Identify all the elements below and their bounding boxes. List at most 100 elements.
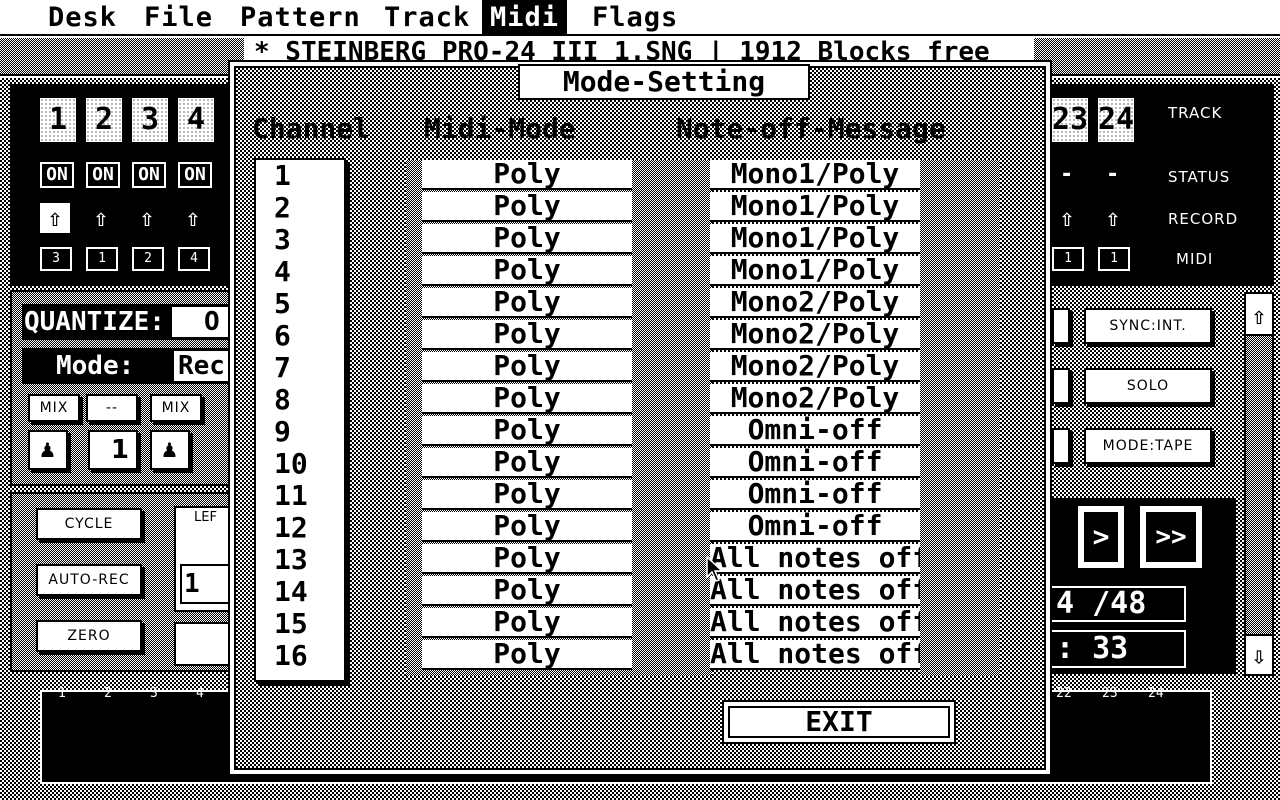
exit-button-frame[interactable]: EXIT	[722, 700, 956, 744]
track-4-status[interactable]: ON	[178, 162, 212, 188]
play-button-frame[interactable]: >	[1076, 504, 1126, 570]
midi-mode-cell[interactable]: Poly	[422, 192, 632, 222]
channel-list: 1 2 3 4 5 6 7 8 9 10 11 12 13 14 15 16	[254, 158, 346, 682]
track-3-midi[interactable]: 2	[132, 247, 164, 271]
play-button[interactable]: >	[1084, 512, 1118, 562]
midi-mode-cell[interactable]: Poly	[422, 416, 632, 446]
midi-mode-cell[interactable]: Poly	[422, 352, 632, 382]
mix-button-1[interactable]: MIX	[28, 394, 80, 422]
note-off-cell[interactable]: Mono2/Poly	[710, 320, 920, 350]
track-1-status[interactable]: ON	[40, 162, 74, 188]
note-off-cell[interactable]: Omni-off	[710, 512, 920, 542]
meter-label-1: 1	[58, 686, 66, 701]
right-edge-box-2[interactable]	[1052, 368, 1070, 404]
note-off-cell[interactable]: All notes off	[710, 576, 920, 606]
midi-row-label: MIDI	[1176, 250, 1214, 268]
track-3-button[interactable]: 3	[130, 96, 170, 144]
midi-mode-cell[interactable]: Poly	[422, 320, 632, 350]
track-1-record-icon[interactable]: ⇧	[40, 203, 70, 233]
dash-button[interactable]: --	[86, 394, 138, 422]
track-24-record-icon[interactable]: ⇧	[1098, 203, 1128, 233]
note-off-cell[interactable]: All notes off	[710, 640, 920, 670]
midi-mode-cell[interactable]: Poly	[422, 448, 632, 478]
track-24-status[interactable]: -	[1106, 162, 1119, 187]
mode-tape-button[interactable]: MODE:TAPE	[1084, 428, 1212, 464]
midi-mode-cell[interactable]: Poly	[422, 640, 632, 670]
quantize-value[interactable]: O	[172, 307, 230, 337]
track-4-button[interactable]: 4	[176, 96, 216, 144]
scroll-down-icon[interactable]: ⇩	[1246, 634, 1272, 674]
menu-track[interactable]: Track	[376, 0, 478, 36]
menu-pattern[interactable]: Pattern	[232, 0, 369, 36]
midi-mode-cell[interactable]: Poly	[422, 160, 632, 190]
midi-mode-cell[interactable]: Poly	[422, 384, 632, 414]
track-2-status[interactable]: ON	[86, 162, 120, 188]
note-off-cell[interactable]: Mono2/Poly	[710, 352, 920, 382]
right-edge-box-1[interactable]	[1052, 308, 1070, 344]
note-off-cell[interactable]: Mono1/Poly	[710, 256, 920, 286]
track-24-midi[interactable]: 1	[1098, 247, 1130, 271]
meter-label-3: 3	[150, 686, 158, 701]
midi-mode-cell[interactable]: Poly	[422, 512, 632, 542]
note-off-cell[interactable]: Mono2/Poly	[710, 384, 920, 414]
bell-icon[interactable]: ♟	[28, 430, 68, 470]
zero-button[interactable]: ZERO	[36, 620, 142, 652]
track-23-midi[interactable]: 1	[1052, 247, 1084, 271]
track-4-midi[interactable]: 4	[178, 247, 210, 271]
note-off-cell[interactable]: Mono1/Poly	[710, 192, 920, 222]
track-1-midi[interactable]: 3	[40, 247, 72, 271]
channel-value[interactable]: 1	[88, 430, 138, 470]
solo-button[interactable]: SOLO	[1084, 368, 1212, 404]
menu-desk[interactable]: Desk	[40, 0, 125, 36]
note-off-cell[interactable]: Mono1/Poly	[710, 224, 920, 254]
channel-number: 8	[274, 383, 291, 416]
fast-forward-button-frame[interactable]: >>	[1138, 504, 1204, 570]
scroll-up-icon[interactable]: ⇧	[1246, 296, 1272, 336]
menu-midi[interactable]: Midi	[482, 0, 568, 36]
note-off-cell[interactable]: Omni-off	[710, 416, 920, 446]
menu-flags[interactable]: Flags	[584, 0, 686, 36]
channel-number: 6	[274, 319, 291, 352]
left-locator-value[interactable]: 1	[180, 564, 230, 604]
track-1-button[interactable]: 1	[38, 96, 78, 144]
mode-value[interactable]: Rec	[174, 351, 230, 381]
track-2-midi[interactable]: 1	[86, 247, 118, 271]
bell-icon-2[interactable]: ♟	[150, 430, 190, 470]
left-extra-field[interactable]	[174, 622, 230, 666]
menu-file[interactable]: File	[136, 0, 221, 36]
sync-button[interactable]: SYNC:INT.	[1084, 308, 1212, 344]
cycle-button[interactable]: CYCLE	[36, 508, 142, 540]
midi-mode-cell[interactable]: Poly	[422, 256, 632, 286]
right-edge-box-3[interactable]	[1052, 428, 1070, 464]
exit-button[interactable]: EXIT	[728, 706, 950, 738]
track-4-record-icon[interactable]: ⇧	[178, 203, 208, 233]
track-3-record-icon[interactable]: ⇧	[132, 203, 162, 233]
track-23-record-icon[interactable]: ⇧	[1052, 203, 1082, 233]
track-24-button[interactable]: 24	[1096, 96, 1136, 144]
note-off-cell[interactable]: Omni-off	[710, 480, 920, 510]
mix-button-2[interactable]: MIX	[150, 394, 202, 422]
track-23-status[interactable]: -	[1060, 162, 1073, 187]
column-gap-bg	[632, 160, 712, 676]
track-2-button[interactable]: 2	[84, 96, 124, 144]
meter-label-4: 4	[196, 686, 204, 701]
note-off-cell[interactable]: Mono2/Poly	[710, 288, 920, 318]
midi-mode-cell[interactable]: Poly	[422, 608, 632, 638]
track-23-button[interactable]: 23	[1050, 96, 1090, 144]
fast-forward-button[interactable]: >>	[1146, 512, 1196, 562]
track-row-label: TRACK	[1168, 104, 1223, 122]
note-off-cell[interactable]: Omni-off	[710, 448, 920, 478]
midi-mode-cell[interactable]: Poly	[422, 544, 632, 574]
midi-mode-cell[interactable]: Poly	[422, 480, 632, 510]
auto-rec-button[interactable]: AUTO-REC	[36, 564, 142, 596]
scrollbar[interactable]	[1244, 292, 1274, 676]
track-2-record-icon[interactable]: ⇧	[86, 203, 116, 233]
channel-number: 12	[274, 511, 308, 544]
midi-mode-cell[interactable]: Poly	[422, 224, 632, 254]
midi-mode-cell[interactable]: Poly	[422, 576, 632, 606]
note-off-cell[interactable]: Mono1/Poly	[710, 160, 920, 190]
track-3-status[interactable]: ON	[132, 162, 166, 188]
note-off-cell[interactable]: All notes off	[710, 544, 920, 574]
midi-mode-cell[interactable]: Poly	[422, 288, 632, 318]
note-off-cell[interactable]: All notes off	[710, 608, 920, 638]
